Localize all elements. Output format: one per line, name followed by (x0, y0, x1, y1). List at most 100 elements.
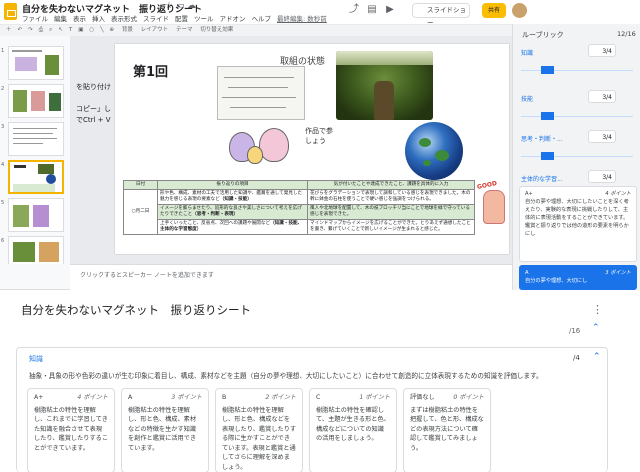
slides-editor-window: 自分を失わないマグネット 振り返りシート ☆ ▭ ☁ ファイル 編集 表示 挿入 表示形… (0, 0, 640, 290)
slideshow-button[interactable]: スライドショー (412, 3, 470, 27)
star-icon[interactable]: ☆ (165, 1, 173, 11)
paste-hint-text: を貼り付け コピー」し でCtrl + V (76, 83, 111, 124)
table-row[interactable]: イメージを膨らませたり、追形的な良さや美しさについて考えを広げたりできたこと（思… (124, 204, 475, 220)
criterion-score-input[interactable]: 3/4 (588, 170, 616, 183)
level-card[interactable]: A+ 4 ポイント 樹脂粘土の特性を理解し、これまでに学習してきた知識を融合させて… (27, 388, 115, 472)
globe-image[interactable] (405, 122, 463, 180)
menu-file[interactable]: ファイル (22, 15, 48, 23)
slide-thumbnail-selected[interactable] (8, 160, 64, 194)
criterion-score: /4 (573, 354, 580, 362)
share-button[interactable]: 共有 (482, 3, 506, 18)
comment-icon[interactable]: ▤ (366, 4, 378, 16)
line-icon[interactable]: ╲ (100, 27, 103, 33)
comment-add-icon[interactable]: ⊕ (110, 27, 115, 33)
thumb-number: 1 (1, 48, 5, 54)
image-icon[interactable]: ▣ (78, 27, 83, 33)
add-icon[interactable]: ＋ (6, 27, 12, 33)
thumb-number: 6 (1, 238, 5, 244)
rubric-total: 12/16 (617, 30, 636, 38)
menu-arrange[interactable]: 配置 (175, 15, 188, 23)
menu-bar: ファイル 編集 表示 挿入 表示形式 スライド 配置 ツール アドオン ヘルプ 最終編集: 数秒前 (22, 13, 333, 23)
rubric-level-card-selected[interactable]: A3 ポイント 自分の夢や理想、大切にし (519, 265, 637, 290)
level-card[interactable]: 評価なし 0 ポイント まずは樹脂粘土の特性を把握して、色と形、構成などの表現方法… (403, 388, 491, 472)
table-date: ○月二日 (123, 189, 158, 235)
criterion-score-input[interactable]: 3/4 (588, 44, 616, 57)
toolbar-transition[interactable]: 切り替え効果 (200, 27, 233, 33)
sketch-image[interactable] (217, 66, 305, 120)
print-icon[interactable]: ⎙ (39, 27, 43, 33)
rubric-criterion[interactable]: 知識 3/4 (513, 44, 640, 90)
criterion-name[interactable]: 知識 (521, 48, 533, 57)
menu-addons[interactable]: アドオン (220, 15, 246, 23)
table-cell: 形や色、構成、素材の工夫で活用した知識や、鑑賞を通して発見した魅力を感じる表現の… (157, 189, 308, 205)
rubric-detail-view: 自分を失わないマグネット 振り返りシート ⋮ /16 ⌃ 知識 /4 ⌃ 抽象・… (0, 290, 640, 472)
slide-thumbnail[interactable] (8, 84, 64, 118)
menu-tools[interactable]: ツール (194, 15, 214, 23)
move-folder-icon[interactable]: ▭ (176, 1, 185, 11)
reflection-table[interactable]: 日付 振り返りの項目 気が付いたことや達成できたこと、課題を具体的に入力 ○月二… (123, 180, 475, 235)
shape-icon[interactable]: ○ (89, 27, 94, 33)
thumb-number: 3 (1, 124, 5, 130)
speaker-notes[interactable]: クリックするとスピーカー ノートを追加できます (70, 264, 512, 290)
select-icon[interactable]: ↖ (58, 27, 63, 33)
table-cell: 風人や北地球を配置して、木の枝ブロッチリ当にことで地球を緑で守っている感じを表現… (307, 204, 475, 220)
total-score: /16 (569, 327, 581, 335)
table-cell: 花びらをグラデーションで表現して調和している感じを表現できました。木の幹に鉢金の… (307, 189, 475, 205)
criterion-score-input[interactable]: 3/4 (588, 130, 616, 143)
slide-caption[interactable]: 作品で参 しょう (305, 126, 333, 146)
slide-thumbnail[interactable] (8, 236, 64, 264)
table-cell: イメージを膨らませたり、追形的な良さや美しさについて考えを広げたりできたこと（思… (157, 204, 308, 220)
criterion-level-bar[interactable] (541, 152, 554, 160)
table-row[interactable]: ○月二日 形や色、構成、素材の工夫で活用した知識や、鑑賞を通して発見した魅力を感… (123, 189, 475, 235)
thumb-number: 5 (1, 200, 5, 206)
more-vert-icon[interactable]: ⋮ (592, 303, 603, 316)
toolbar-background[interactable]: 背景 (122, 27, 133, 33)
criterion-level-bar[interactable] (541, 112, 554, 120)
meet-icon[interactable]: ▶ (384, 4, 396, 16)
title-bar: 自分を失わないマグネット 振り返りシート ☆ ▭ ☁ ファイル 編集 表示 挿入 表示形… (0, 0, 640, 27)
slide-title[interactable]: 第1回 (133, 61, 168, 80)
good-sticker[interactable]: GOOD (476, 180, 507, 226)
menu-view[interactable]: 表示 (73, 15, 86, 23)
criterion-name[interactable]: 技能 (521, 94, 533, 103)
slide-canvas[interactable]: を貼り付け コピー」し でCtrl + V 第1回 取組の状態 作品で参 しょう… (70, 36, 512, 264)
rubric-detail-title: 自分を失わないマグネット 振り返りシート (21, 303, 251, 317)
criterion-score-input[interactable]: 3/4 (588, 90, 616, 103)
flower-drawing[interactable] (225, 126, 297, 170)
slides-logo-icon[interactable] (4, 3, 17, 20)
toolbar-layout[interactable]: レイアウト (141, 27, 169, 33)
table-cell: 上手くいったこと、反省点、次回への課題や展開など（知識・技能、主体的な学習態度） (157, 219, 308, 235)
level-card[interactable]: C1 ポイント 樹脂粘土の特性を確認して、主題が生きる形と色、構成などについての… (309, 388, 397, 472)
activity-icon[interactable]: ⤴ (348, 4, 360, 16)
redo-icon[interactable]: ↷ (28, 27, 33, 33)
menu-insert[interactable]: 挿入 (92, 15, 105, 23)
rubric-level-card[interactable]: A+ 4 ポイント 自分の夢や理想、大切にしたいことを深く考えたり、実験的な表現に… (519, 186, 637, 262)
slide-thumbnail[interactable] (8, 198, 64, 232)
cloud-status-icon[interactable]: ☁ (187, 1, 196, 11)
collapse-all-icon[interactable]: ⌃ (592, 323, 600, 333)
level-card[interactable]: B2 ポイント 樹脂粘土の特性を理解し、形と色、構成などを表現したり、鑑賞したり… (215, 388, 303, 472)
menu-edit[interactable]: 編集 (54, 15, 67, 23)
avatar[interactable] (512, 3, 527, 18)
criterion-name[interactable]: 主体的な学習... (521, 174, 563, 183)
last-edit-link[interactable]: 最終編集: 数秒前 (277, 15, 327, 23)
menu-slide[interactable]: スライド (143, 15, 169, 23)
slide-thumbnail[interactable] (8, 46, 64, 80)
criterion-name[interactable]: 思考・判断・... (521, 134, 563, 143)
toolbar-theme[interactable]: テーマ (176, 27, 193, 33)
level-card[interactable]: A3 ポイント 樹脂粘土の特性を理解し、形と色、構成、素材などの特徴を生かす知識… (121, 388, 209, 472)
slide-thumbnail[interactable] (8, 122, 64, 156)
table-header: 気が付いたことや達成できたこと、課題を具体的に入力 (307, 180, 475, 190)
zoom-icon[interactable]: ⌕ (49, 27, 52, 33)
slide[interactable]: 第1回 取組の状態 作品で参 しょう GOOD 日付 振り返りの項目 気が付いた… (115, 44, 509, 254)
menu-format[interactable]: 表示形式 (111, 15, 137, 23)
table-row[interactable]: 上手くいったこと、反省点、次回への課題や展開など（知識・技能、主体的な学習態度）… (124, 219, 475, 235)
criterion-level-bar[interactable] (541, 66, 554, 74)
table-cell: マインドマップからイメージを広げることができた。とりあえず通想したことを書き、繋… (307, 219, 475, 235)
menu-help[interactable]: ヘルプ (252, 15, 272, 23)
chevron-up-icon[interactable]: ⌃ (593, 352, 601, 362)
tree-photo[interactable] (336, 51, 433, 120)
undo-icon[interactable]: ↶ (18, 27, 23, 33)
textbox-icon[interactable]: T (69, 27, 72, 33)
criterion-card: 知識 /4 ⌃ 抽象・具象の形や色彩の違いが生む印象に着目し、構成、素材などを主… (16, 347, 608, 472)
